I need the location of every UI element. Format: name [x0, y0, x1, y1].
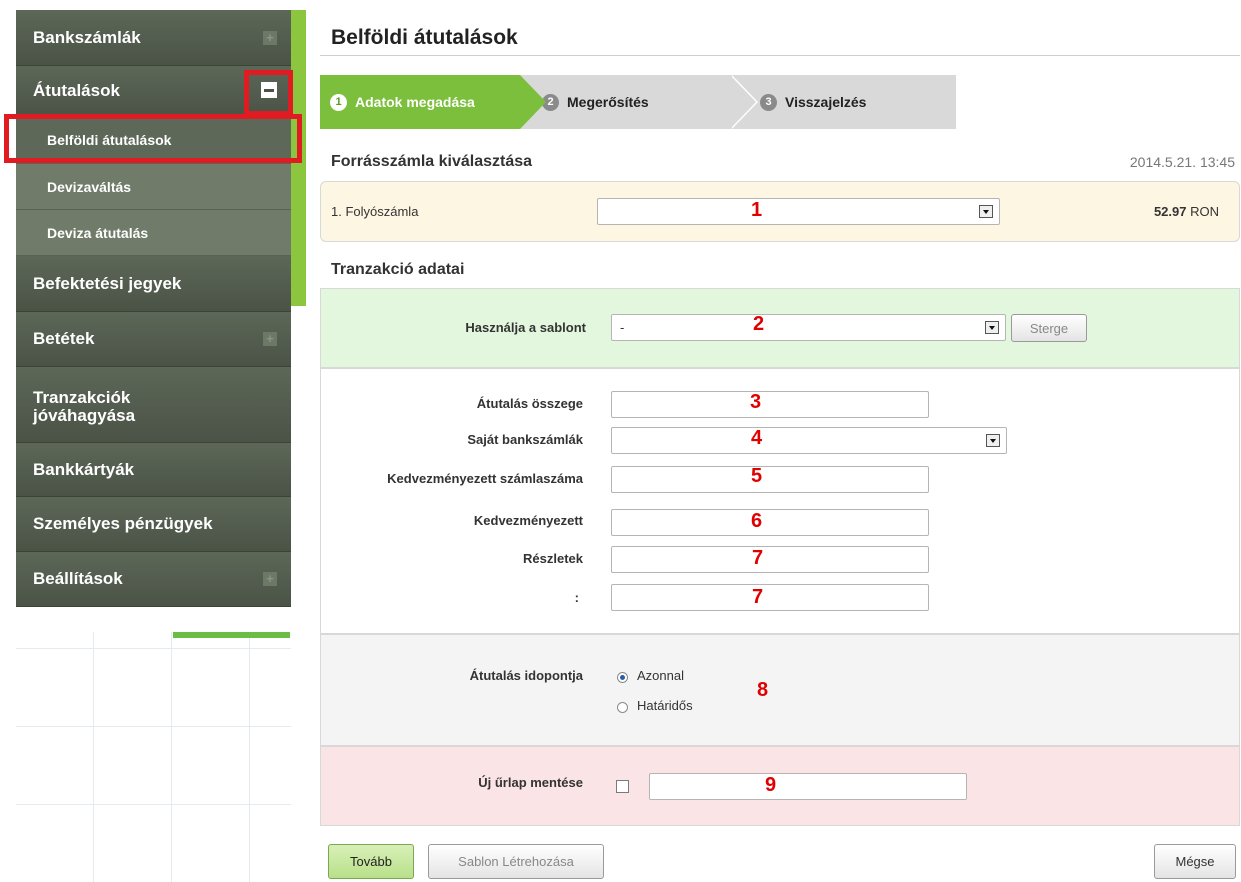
timing-panel: Átutalás idopontja Azonnal Határidős [320, 634, 1240, 746]
annotation-marker-4: 4 [751, 427, 763, 449]
details2-label: : [574, 590, 579, 605]
wizard-steps: 1 Adatok megadása 2 Megerősítés 3 Vissza… [320, 75, 956, 129]
expand-icon[interactable]: + [263, 30, 277, 45]
collapse-icon[interactable] [261, 82, 277, 98]
amount-input[interactable] [611, 391, 929, 418]
details-input[interactable] [611, 546, 929, 573]
source-section-title: Forrásszámla kiválasztása [331, 153, 533, 170]
sidebar-item-label: Bankkártyák [33, 459, 135, 479]
sidebar-item-tranzakciok[interactable]: Tranzakciók jóváhagyása [16, 367, 291, 443]
expand-icon[interactable]: + [263, 572, 277, 586]
sidebar-item-label: Bankszámlák [33, 27, 141, 47]
sidebar-item-szemelyes[interactable]: Személyes pénzügyek [16, 497, 291, 552]
details2-input[interactable] [611, 584, 929, 611]
sidebar-item-befektetesi[interactable]: Befektetési jegyek [16, 256, 291, 312]
sidebar-subitem-devizavaltas[interactable]: Devizaváltás [16, 164, 291, 210]
save-form-panel: Új űrlap mentése [320, 746, 1240, 826]
radio-scheduled[interactable] [617, 702, 628, 713]
sidebar-subitem-belfoldi[interactable]: Belföldi átutalások [16, 117, 291, 164]
annotation-marker-1: 1 [751, 199, 763, 221]
sidebar-item-label: Beállítások [33, 569, 123, 588]
sidebar-item-label: Belföldi átutalások [47, 132, 172, 148]
step-label: Adatok megadása [355, 94, 475, 110]
sidebar-item-label: Személyes pénzügyek [33, 514, 213, 533]
decorative-grid [16, 632, 291, 882]
save-form-name-input[interactable] [649, 773, 967, 800]
annotation-marker-6: 6 [751, 510, 763, 532]
radio-immediate[interactable] [617, 672, 628, 683]
chevron-down-icon[interactable] [986, 434, 1000, 447]
beneficiary-label: Kedvezményezett [473, 513, 583, 528]
beneficiary-account-label: Kedvezményezett számlaszáma [387, 471, 583, 486]
timestamp: 2014.5.21. 13:45 [1129, 154, 1235, 170]
fields-panel: Átutalás összege Saját bankszámlák Kedve… [320, 368, 1240, 634]
amount-label: Átutalás összege [476, 396, 583, 411]
annotation-marker-2: 2 [753, 313, 765, 335]
title-divider [320, 55, 1240, 56]
sidebar-item-betetek[interactable]: Betétek + [16, 312, 291, 367]
decorative-green-line [173, 632, 290, 638]
annotation-marker-8: 8 [757, 679, 769, 701]
sidebar-item-label: Átutalások [33, 81, 120, 100]
sidebar-item-bankszamlak[interactable]: Bankszámlák + [16, 10, 291, 66]
timing-label: Átutalás idopontja [469, 668, 583, 683]
chevron-down-icon[interactable] [985, 321, 999, 334]
step-number: 3 [760, 93, 777, 111]
chevron-down-icon[interactable] [979, 205, 993, 218]
details-label: Részletek [523, 551, 583, 566]
cancel-button[interactable]: Mégse [1154, 844, 1236, 879]
annotation-marker-3: 3 [750, 391, 762, 413]
sidebar-item-atutalasok[interactable]: Átutalások [16, 66, 291, 117]
create-template-button[interactable]: Sablon Létrehozása [428, 844, 604, 879]
sidebar-item-label: Devizaváltás [47, 178, 132, 195]
beneficiary-account-input[interactable] [611, 466, 929, 493]
own-accounts-select[interactable] [611, 427, 1007, 454]
template-select[interactable]: - [611, 314, 1006, 341]
sidebar-item-label: Befektetési jegyek [33, 273, 182, 293]
template-label: Használja a sablont [465, 320, 586, 335]
annotation-marker-9: 9 [765, 774, 777, 796]
balance-currency: RON [1190, 204, 1219, 219]
sidebar-item-label: Betétek [33, 329, 95, 348]
step-2: 2 Megerősítés [520, 75, 758, 129]
template-panel: Használja a sablont - Sterge [320, 288, 1240, 368]
source-account-panel: 1. Folyószámla 52.97 RON [320, 181, 1240, 242]
balance-amount: 52.97 [1153, 204, 1187, 219]
annotation-marker-7a: 7 [752, 547, 764, 569]
sidebar-subitem-deviza-atutalas[interactable]: Deviza átutalás [16, 210, 291, 256]
radio-immediate-label: Azonnal [637, 668, 684, 683]
sidebar-item-label: Tranzakciók jóváhagyása [33, 387, 136, 425]
expand-icon[interactable]: + [263, 332, 277, 346]
account-label: 1. Folyószámla [331, 204, 419, 219]
sidebar-item-label: Deviza átutalás [47, 224, 149, 241]
page-title: Belföldi átutalások [331, 26, 518, 49]
radio-scheduled-label: Határidős [637, 698, 693, 713]
next-button[interactable]: Tovább [328, 844, 414, 879]
step-1: 1 Adatok megadása [320, 75, 546, 129]
beneficiary-input[interactable] [611, 509, 929, 536]
source-account-select[interactable] [597, 198, 1000, 225]
transaction-section-title: Tranzakció adatai [331, 261, 465, 278]
balance: 52.97 RON [1154, 204, 1219, 219]
annotation-marker-7b: 7 [752, 586, 764, 608]
annotation-marker-5: 5 [751, 465, 763, 487]
own-accounts-label: Saját bankszámlák [467, 432, 583, 447]
step-label: Megerősítés [567, 94, 649, 110]
step-label: Visszajelzés [785, 94, 867, 110]
sidebar: Bankszámlák + Átutalások Belföldi átutal… [16, 10, 291, 607]
template-value: - [620, 320, 625, 335]
delete-template-button[interactable]: Sterge [1011, 314, 1087, 342]
save-form-label: Új űrlap mentése [478, 775, 583, 790]
sidebar-item-bankkartyak[interactable]: Bankkártyák [16, 443, 291, 497]
step-number: 1 [330, 93, 347, 111]
save-form-checkbox[interactable] [616, 780, 629, 793]
app-root: Bankszámlák + Átutalások Belföldi átutal… [0, 0, 1241, 882]
sidebar-item-beallitasok[interactable]: Beállítások + [16, 552, 291, 607]
